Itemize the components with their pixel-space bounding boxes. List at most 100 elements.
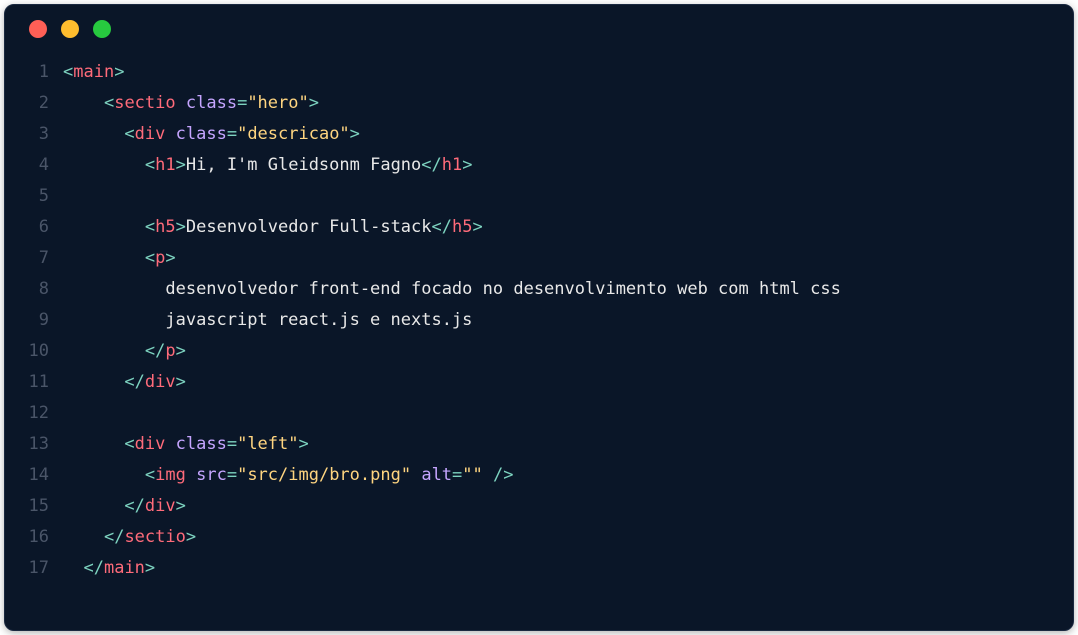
code-content[interactable]: <main> <sectio class="hero"> <div class=…	[63, 57, 1073, 584]
token-attr: class	[176, 434, 227, 454]
token-tag: div	[135, 434, 166, 454]
token-eq: =	[227, 465, 237, 485]
token-punc: >	[165, 248, 175, 268]
token-str: "hero"	[247, 93, 308, 113]
line-number: 7	[5, 243, 49, 274]
token-punc: </	[104, 527, 124, 547]
token-punc: </	[124, 372, 144, 392]
code-line[interactable]: <div class="descricao">	[63, 119, 1073, 150]
token-tag: sectio	[114, 93, 175, 113]
line-number: 8	[5, 274, 49, 305]
token-tag: img	[155, 465, 186, 485]
token-punc: >	[472, 217, 482, 237]
code-line[interactable]: <img src="src/img/bro.png" alt="" />	[63, 460, 1073, 491]
code-line[interactable]: </div>	[63, 491, 1073, 522]
close-icon[interactable]	[29, 20, 47, 38]
token-tag: h1	[442, 155, 462, 175]
code-line[interactable]	[63, 181, 1073, 212]
token-punc: </	[83, 558, 103, 578]
token-str: ""	[462, 465, 482, 485]
line-number: 16	[5, 522, 49, 553]
token-indent	[63, 527, 104, 547]
code-area: 1234567891011121314151617 <main> <sectio…	[5, 53, 1073, 584]
token-tag: p	[165, 341, 175, 361]
token-punc: >	[145, 558, 155, 578]
token-sp	[483, 465, 493, 485]
token-punc: <	[124, 124, 134, 144]
token-tag: h5	[452, 217, 472, 237]
token-text: desenvolvedor front-end focado no desenv…	[165, 279, 841, 299]
token-punc: </	[421, 155, 441, 175]
minimize-icon[interactable]	[61, 20, 79, 38]
line-number: 12	[5, 398, 49, 429]
token-indent	[63, 496, 124, 516]
token-attr: class	[186, 93, 237, 113]
token-tag: div	[135, 124, 166, 144]
code-line[interactable]	[63, 398, 1073, 429]
code-line[interactable]: </main>	[63, 553, 1073, 584]
token-punc: <	[145, 465, 155, 485]
token-tag: main	[104, 558, 145, 578]
window-titlebar	[5, 5, 1073, 53]
token-punc: </	[145, 341, 165, 361]
token-punc: <	[63, 62, 73, 82]
token-punc: >	[176, 217, 186, 237]
token-tag: sectio	[124, 527, 185, 547]
line-number: 3	[5, 119, 49, 150]
token-punc: <	[104, 93, 114, 113]
token-punc: >	[176, 341, 186, 361]
token-attr: class	[176, 124, 227, 144]
token-indent	[63, 279, 165, 299]
code-line[interactable]: </p>	[63, 336, 1073, 367]
line-number: 9	[5, 305, 49, 336]
token-indent	[63, 465, 145, 485]
token-indent	[63, 248, 145, 268]
code-line[interactable]: </sectio>	[63, 522, 1073, 553]
line-number-gutter: 1234567891011121314151617	[5, 57, 63, 584]
token-indent	[63, 124, 124, 144]
token-text: javascript react.js e nexts.js	[165, 310, 472, 330]
token-punc: <	[145, 248, 155, 268]
code-line[interactable]: <main>	[63, 57, 1073, 88]
token-indent	[63, 341, 145, 361]
code-line[interactable]: <div class="left">	[63, 429, 1073, 460]
code-line[interactable]: <p>	[63, 243, 1073, 274]
token-str: "src/img/bro.png"	[237, 465, 411, 485]
code-line[interactable]: </div>	[63, 367, 1073, 398]
line-number: 10	[5, 336, 49, 367]
code-line[interactable]: <h1>Hi, I'm Gleidsonm Fagno</h1>	[63, 150, 1073, 181]
token-sp	[165, 124, 175, 144]
token-punc: >	[186, 527, 196, 547]
line-number: 6	[5, 212, 49, 243]
token-tag: div	[145, 496, 176, 516]
token-indent	[63, 93, 104, 113]
token-str: "left"	[237, 434, 298, 454]
token-punc: >	[309, 93, 319, 113]
maximize-icon[interactable]	[93, 20, 111, 38]
line-number: 15	[5, 491, 49, 522]
token-attr: src	[196, 465, 227, 485]
line-number: 5	[5, 181, 49, 212]
token-punc: </	[432, 217, 452, 237]
line-number: 2	[5, 88, 49, 119]
token-tag: main	[73, 62, 114, 82]
code-line[interactable]: <sectio class="hero">	[63, 88, 1073, 119]
line-number: 1	[5, 57, 49, 88]
token-str: "descricao"	[237, 124, 350, 144]
code-line[interactable]: javascript react.js e nexts.js	[63, 305, 1073, 336]
code-line[interactable]: <h5>Desenvolvedor Full-stack</h5>	[63, 212, 1073, 243]
token-punc: >	[176, 155, 186, 175]
token-indent	[63, 155, 145, 175]
token-sp	[411, 465, 421, 485]
token-punc: >	[462, 155, 472, 175]
token-indent	[63, 217, 145, 237]
line-number: 17	[5, 553, 49, 584]
code-line[interactable]: desenvolvedor front-end focado no desenv…	[63, 274, 1073, 305]
token-eq: =	[227, 434, 237, 454]
token-punc: />	[493, 465, 513, 485]
token-sp	[165, 434, 175, 454]
token-punc: >	[176, 496, 186, 516]
token-punc: <	[145, 217, 155, 237]
token-sp	[186, 465, 196, 485]
token-eq: =	[237, 93, 247, 113]
